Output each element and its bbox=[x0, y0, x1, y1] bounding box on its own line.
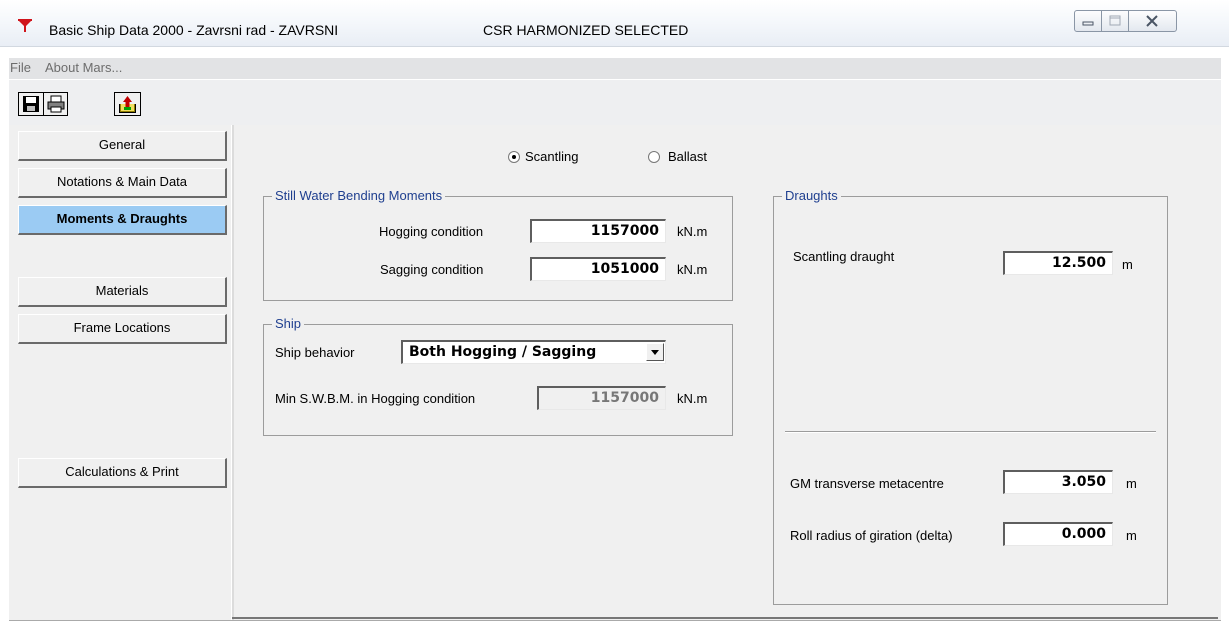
roll-radius-label: Roll radius of giration (delta) bbox=[790, 528, 953, 543]
sagging-label: Sagging condition bbox=[380, 262, 484, 277]
sagging-input[interactable]: 1051000 bbox=[530, 257, 666, 281]
ship-behavior-label: Ship behavior bbox=[275, 345, 355, 360]
sidebar-divider bbox=[231, 125, 234, 620]
sagging-unit: kN.m bbox=[677, 262, 708, 277]
nav-moments-draughts[interactable]: Moments & Draughts bbox=[18, 205, 227, 235]
radio-selected-dot bbox=[512, 155, 516, 159]
save-icon bbox=[23, 96, 39, 112]
nav-general[interactable]: General bbox=[18, 131, 227, 161]
close-icon bbox=[1146, 15, 1158, 27]
nav-calculations-print[interactable]: Calculations & Print bbox=[18, 458, 227, 488]
roll-radius-unit: m bbox=[1126, 528, 1137, 543]
radio-scantling-label[interactable]: Scantling bbox=[525, 149, 578, 164]
hogging-label: Hogging condition bbox=[379, 224, 484, 239]
title-bar: Basic Ship Data 2000 - Zavrsni rad - ZAV… bbox=[0, 0, 1229, 47]
rule-set-indicator: CSR HARMONIZED SELECTED bbox=[483, 22, 689, 38]
swbm-group-title: Still Water Bending Moments bbox=[272, 188, 446, 203]
ship-group-title: Ship bbox=[272, 316, 305, 331]
draughts-group-title: Draughts bbox=[782, 188, 841, 203]
nav-notations-main-data[interactable]: Notations & Main Data bbox=[18, 168, 227, 198]
close-button[interactable] bbox=[1128, 10, 1177, 32]
scantling-draught-unit: m bbox=[1122, 257, 1133, 272]
hogging-input[interactable]: 1157000 bbox=[530, 219, 666, 243]
toolbar bbox=[9, 80, 1221, 125]
save-print-group bbox=[18, 92, 68, 116]
maximize-button[interactable] bbox=[1101, 10, 1129, 32]
swbm-group: Still Water Bending Moments bbox=[263, 188, 733, 301]
nav-frame-locations[interactable]: Frame Locations bbox=[18, 314, 227, 344]
print-icon bbox=[47, 95, 65, 113]
menu-about[interactable]: About Mars... bbox=[45, 60, 122, 75]
ship-behavior-value: Both Hogging / Sagging bbox=[409, 344, 597, 360]
export-button[interactable] bbox=[114, 92, 141, 116]
window-title: Basic Ship Data 2000 - Zavrsni rad - ZAV… bbox=[49, 22, 339, 38]
menu-file[interactable]: File bbox=[10, 60, 31, 75]
app-logo-icon bbox=[18, 19, 32, 32]
min-swbm-label: Min S.W.B.M. in Hogging condition bbox=[275, 391, 476, 406]
draughts-separator bbox=[785, 431, 1156, 433]
chevron-down-icon bbox=[651, 350, 659, 355]
app-window: Basic Ship Data 2000 - Zavrsni rad - ZAV… bbox=[0, 0, 1229, 630]
dropdown-button[interactable] bbox=[646, 343, 664, 361]
nav-materials[interactable]: Materials bbox=[18, 277, 227, 307]
minimize-button[interactable] bbox=[1074, 10, 1102, 32]
radio-ballast-label[interactable]: Ballast bbox=[668, 149, 707, 164]
maximize-icon bbox=[1109, 15, 1121, 26]
export-icon bbox=[119, 96, 136, 113]
minimize-icon bbox=[1082, 21, 1094, 26]
scantling-draught-label: Scantling draught bbox=[793, 249, 895, 264]
gm-input[interactable]: 3.050 bbox=[1003, 470, 1113, 494]
save-button[interactable] bbox=[19, 93, 44, 115]
scantling-draught-input[interactable]: 12.500 bbox=[1003, 251, 1113, 275]
menu-bar: File About Mars... bbox=[9, 58, 1221, 79]
gm-label: GM transverse metacentre bbox=[790, 476, 944, 491]
radio-ballast[interactable] bbox=[648, 151, 660, 163]
min-swbm-input: 1157000 bbox=[537, 386, 666, 410]
hogging-unit: kN.m bbox=[677, 224, 708, 239]
gm-unit: m bbox=[1126, 476, 1137, 491]
bottom-divider bbox=[232, 617, 1218, 619]
ship-behavior-select[interactable]: Both Hogging / Sagging bbox=[401, 340, 666, 364]
print-button[interactable] bbox=[44, 93, 68, 115]
min-swbm-unit: kN.m bbox=[677, 391, 708, 406]
roll-radius-input[interactable]: 0.000 bbox=[1003, 522, 1113, 546]
radio-scantling[interactable] bbox=[508, 151, 520, 163]
